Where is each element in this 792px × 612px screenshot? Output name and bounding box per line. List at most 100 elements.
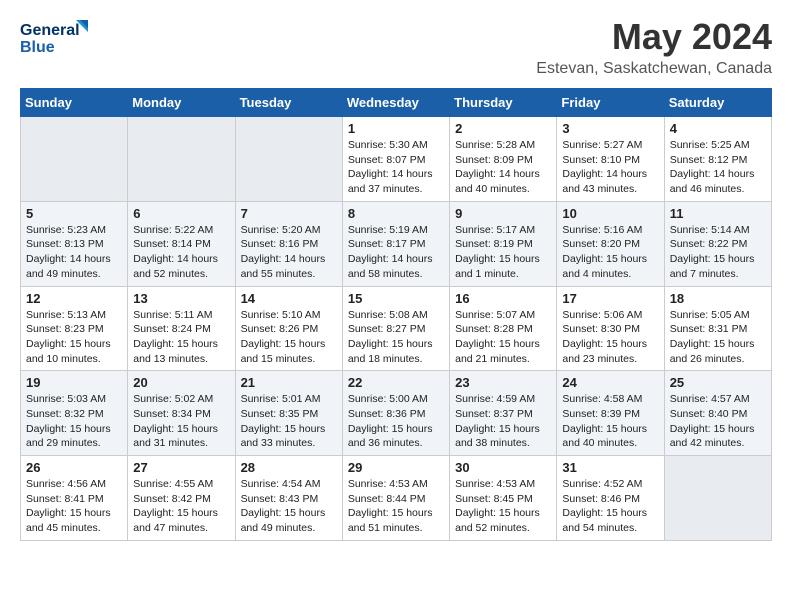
calendar-cell: 10Sunrise: 5:16 AMSunset: 8:20 PMDayligh… (557, 201, 664, 286)
day-number: 16 (455, 291, 551, 306)
logo-svg: GeneralBlue (20, 16, 90, 60)
calendar-cell: 18 Sunrise: 5:05 AMSunset: 8:31 PMDayligh… (664, 286, 771, 371)
cell-info: Sunrise: 5:30 AMSunset: 8:07 PMDaylight:… (348, 138, 444, 197)
cell-info: Sunrise: 4:53 AMSunset: 8:45 PMDaylight:… (455, 477, 551, 536)
calendar-cell: 6 Sunrise: 5:22 AMSunset: 8:14 PMDaylight… (128, 201, 235, 286)
svg-text:General: General (20, 22, 80, 39)
cell-info: Sunrise: 5:10 AMSunset: 8:26 PMDaylight:… (241, 308, 337, 367)
cell-info: Sunrise: 4:59 AMSunset: 8:37 PMDaylight:… (455, 392, 551, 451)
calendar-cell (235, 117, 342, 202)
week-row-3: 12Sunrise: 5:13 AMSunset: 8:23 PMDayligh… (21, 286, 772, 371)
day-number: 4 (670, 121, 766, 136)
calendar-cell: 27 Sunrise: 4:55 AMSunset: 8:42 PMDayligh… (128, 456, 235, 541)
day-number: 8 (348, 206, 444, 221)
cell-info: Sunrise: 5:25 AMSunset: 8:12 PMDaylight:… (670, 138, 766, 197)
cell-info: Sunrise: 5:02 AMSunset: 8:34 PMDaylight:… (133, 392, 229, 451)
day-number: 24 (562, 375, 658, 390)
day-number: 17 (562, 291, 658, 306)
main-title: May 2024 (536, 16, 772, 58)
header-monday: Monday (128, 89, 235, 117)
day-number: 26 (26, 460, 122, 475)
cell-info: Sunrise: 5:22 AMSunset: 8:14 PMDaylight:… (133, 223, 229, 282)
cell-info: Sunrise: 5:00 AMSunset: 8:36 PMDaylight:… (348, 392, 444, 451)
cell-info: Sunrise: 5:20 AMSunset: 8:16 PMDaylight:… (241, 223, 337, 282)
calendar-cell: 17 Sunrise: 5:06 AMSunset: 8:30 PMDayligh… (557, 286, 664, 371)
cell-info: Sunrise: 5:07 AMSunset: 8:28 PMDaylight:… (455, 308, 551, 367)
cell-info: Sunrise: 5:05 AMSunset: 8:31 PMDaylight:… (670, 308, 766, 367)
week-row-4: 19 Sunrise: 5:03 AMSunset: 8:32 PMDayligh… (21, 371, 772, 456)
cell-info: Sunrise: 5:17 AMSunset: 8:19 PMDaylight:… (455, 223, 551, 282)
calendar-cell: 3Sunrise: 5:27 AMSunset: 8:10 PMDaylight… (557, 117, 664, 202)
cell-info: Sunrise: 5:23 AMSunset: 8:13 PMDaylight:… (26, 223, 122, 282)
calendar-cell: 16 Sunrise: 5:07 AMSunset: 8:28 PMDayligh… (450, 286, 557, 371)
header-thursday: Thursday (450, 89, 557, 117)
day-number: 30 (455, 460, 551, 475)
cell-info: Sunrise: 4:56 AMSunset: 8:41 PMDaylight:… (26, 477, 122, 536)
calendar-cell: 26 Sunrise: 4:56 AMSunset: 8:41 PMDayligh… (21, 456, 128, 541)
cell-info: Sunrise: 4:58 AMSunset: 8:39 PMDaylight:… (562, 392, 658, 451)
header-wednesday: Wednesday (342, 89, 449, 117)
day-number: 13 (133, 291, 229, 306)
page-header: GeneralBlue May 2024 Estevan, Saskatchew… (20, 16, 772, 78)
cell-info: Sunrise: 4:53 AMSunset: 8:44 PMDaylight:… (348, 477, 444, 536)
cell-info: Sunrise: 5:03 AMSunset: 8:32 PMDaylight:… (26, 392, 122, 451)
day-number: 5 (26, 206, 122, 221)
day-number: 6 (133, 206, 229, 221)
calendar-cell (21, 117, 128, 202)
calendar-cell: 28 Sunrise: 4:54 AMSunset: 8:43 PMDayligh… (235, 456, 342, 541)
day-number: 11 (670, 206, 766, 221)
title-block: May 2024 Estevan, Saskatchewan, Canada (536, 16, 772, 78)
cell-info: Sunrise: 4:52 AMSunset: 8:46 PMDaylight:… (562, 477, 658, 536)
cell-info: Sunrise: 5:14 AMSunset: 8:22 PMDaylight:… (670, 223, 766, 282)
cell-info: Sunrise: 4:55 AMSunset: 8:42 PMDaylight:… (133, 477, 229, 536)
day-number: 27 (133, 460, 229, 475)
cell-info: Sunrise: 4:57 AMSunset: 8:40 PMDaylight:… (670, 392, 766, 451)
calendar-cell: 4 Sunrise: 5:25 AMSunset: 8:12 PMDaylight… (664, 117, 771, 202)
calendar-cell: 11 Sunrise: 5:14 AMSunset: 8:22 PMDayligh… (664, 201, 771, 286)
calendar-cell: 20Sunrise: 5:02 AMSunset: 8:34 PMDayligh… (128, 371, 235, 456)
day-number: 10 (562, 206, 658, 221)
cell-info: Sunrise: 4:54 AMSunset: 8:43 PMDaylight:… (241, 477, 337, 536)
day-number: 2 (455, 121, 551, 136)
cell-info: Sunrise: 5:11 AMSunset: 8:24 PMDaylight:… (133, 308, 229, 367)
week-row-2: 5 Sunrise: 5:23 AMSunset: 8:13 PMDaylight… (21, 201, 772, 286)
day-number: 9 (455, 206, 551, 221)
calendar-cell: 19 Sunrise: 5:03 AMSunset: 8:32 PMDayligh… (21, 371, 128, 456)
calendar-cell: 30 Sunrise: 4:53 AMSunset: 8:45 PMDayligh… (450, 456, 557, 541)
calendar-cell: 29Sunrise: 4:53 AMSunset: 8:44 PMDayligh… (342, 456, 449, 541)
week-row-1: 1 Sunrise: 5:30 AMSunset: 8:07 PMDaylight… (21, 117, 772, 202)
calendar-cell (664, 456, 771, 541)
calendar-cell: 31 Sunrise: 4:52 AMSunset: 8:46 PMDayligh… (557, 456, 664, 541)
day-number: 22 (348, 375, 444, 390)
header-sunday: Sunday (21, 89, 128, 117)
cell-info: Sunrise: 5:06 AMSunset: 8:30 PMDaylight:… (562, 308, 658, 367)
day-number: 21 (241, 375, 337, 390)
day-number: 25 (670, 375, 766, 390)
day-number: 1 (348, 121, 444, 136)
header-friday: Friday (557, 89, 664, 117)
calendar-cell: 25 Sunrise: 4:57 AMSunset: 8:40 PMDayligh… (664, 371, 771, 456)
calendar-cell: 8 Sunrise: 5:19 AMSunset: 8:17 PMDaylight… (342, 201, 449, 286)
logo: GeneralBlue (20, 16, 90, 60)
day-number: 19 (26, 375, 122, 390)
calendar-cell: 13 Sunrise: 5:11 AMSunset: 8:24 PMDayligh… (128, 286, 235, 371)
header-row: SundayMondayTuesdayWednesdayThursdayFrid… (21, 89, 772, 117)
calendar-cell: 21 Sunrise: 5:01 AMSunset: 8:35 PMDayligh… (235, 371, 342, 456)
day-number: 31 (562, 460, 658, 475)
day-number: 3 (562, 121, 658, 136)
day-number: 15 (348, 291, 444, 306)
subtitle: Estevan, Saskatchewan, Canada (536, 60, 772, 78)
cell-info: Sunrise: 5:19 AMSunset: 8:17 PMDaylight:… (348, 223, 444, 282)
day-number: 12 (26, 291, 122, 306)
day-number: 14 (241, 291, 337, 306)
cell-info: Sunrise: 5:08 AMSunset: 8:27 PMDaylight:… (348, 308, 444, 367)
calendar-cell (128, 117, 235, 202)
day-number: 18 (670, 291, 766, 306)
header-saturday: Saturday (664, 89, 771, 117)
calendar-cell: 15 Sunrise: 5:08 AMSunset: 8:27 PMDayligh… (342, 286, 449, 371)
day-number: 28 (241, 460, 337, 475)
cell-info: Sunrise: 5:01 AMSunset: 8:35 PMDaylight:… (241, 392, 337, 451)
header-tuesday: Tuesday (235, 89, 342, 117)
calendar-cell: 22 Sunrise: 5:00 AMSunset: 8:36 PMDayligh… (342, 371, 449, 456)
calendar-table: SundayMondayTuesdayWednesdayThursdayFrid… (20, 88, 772, 541)
